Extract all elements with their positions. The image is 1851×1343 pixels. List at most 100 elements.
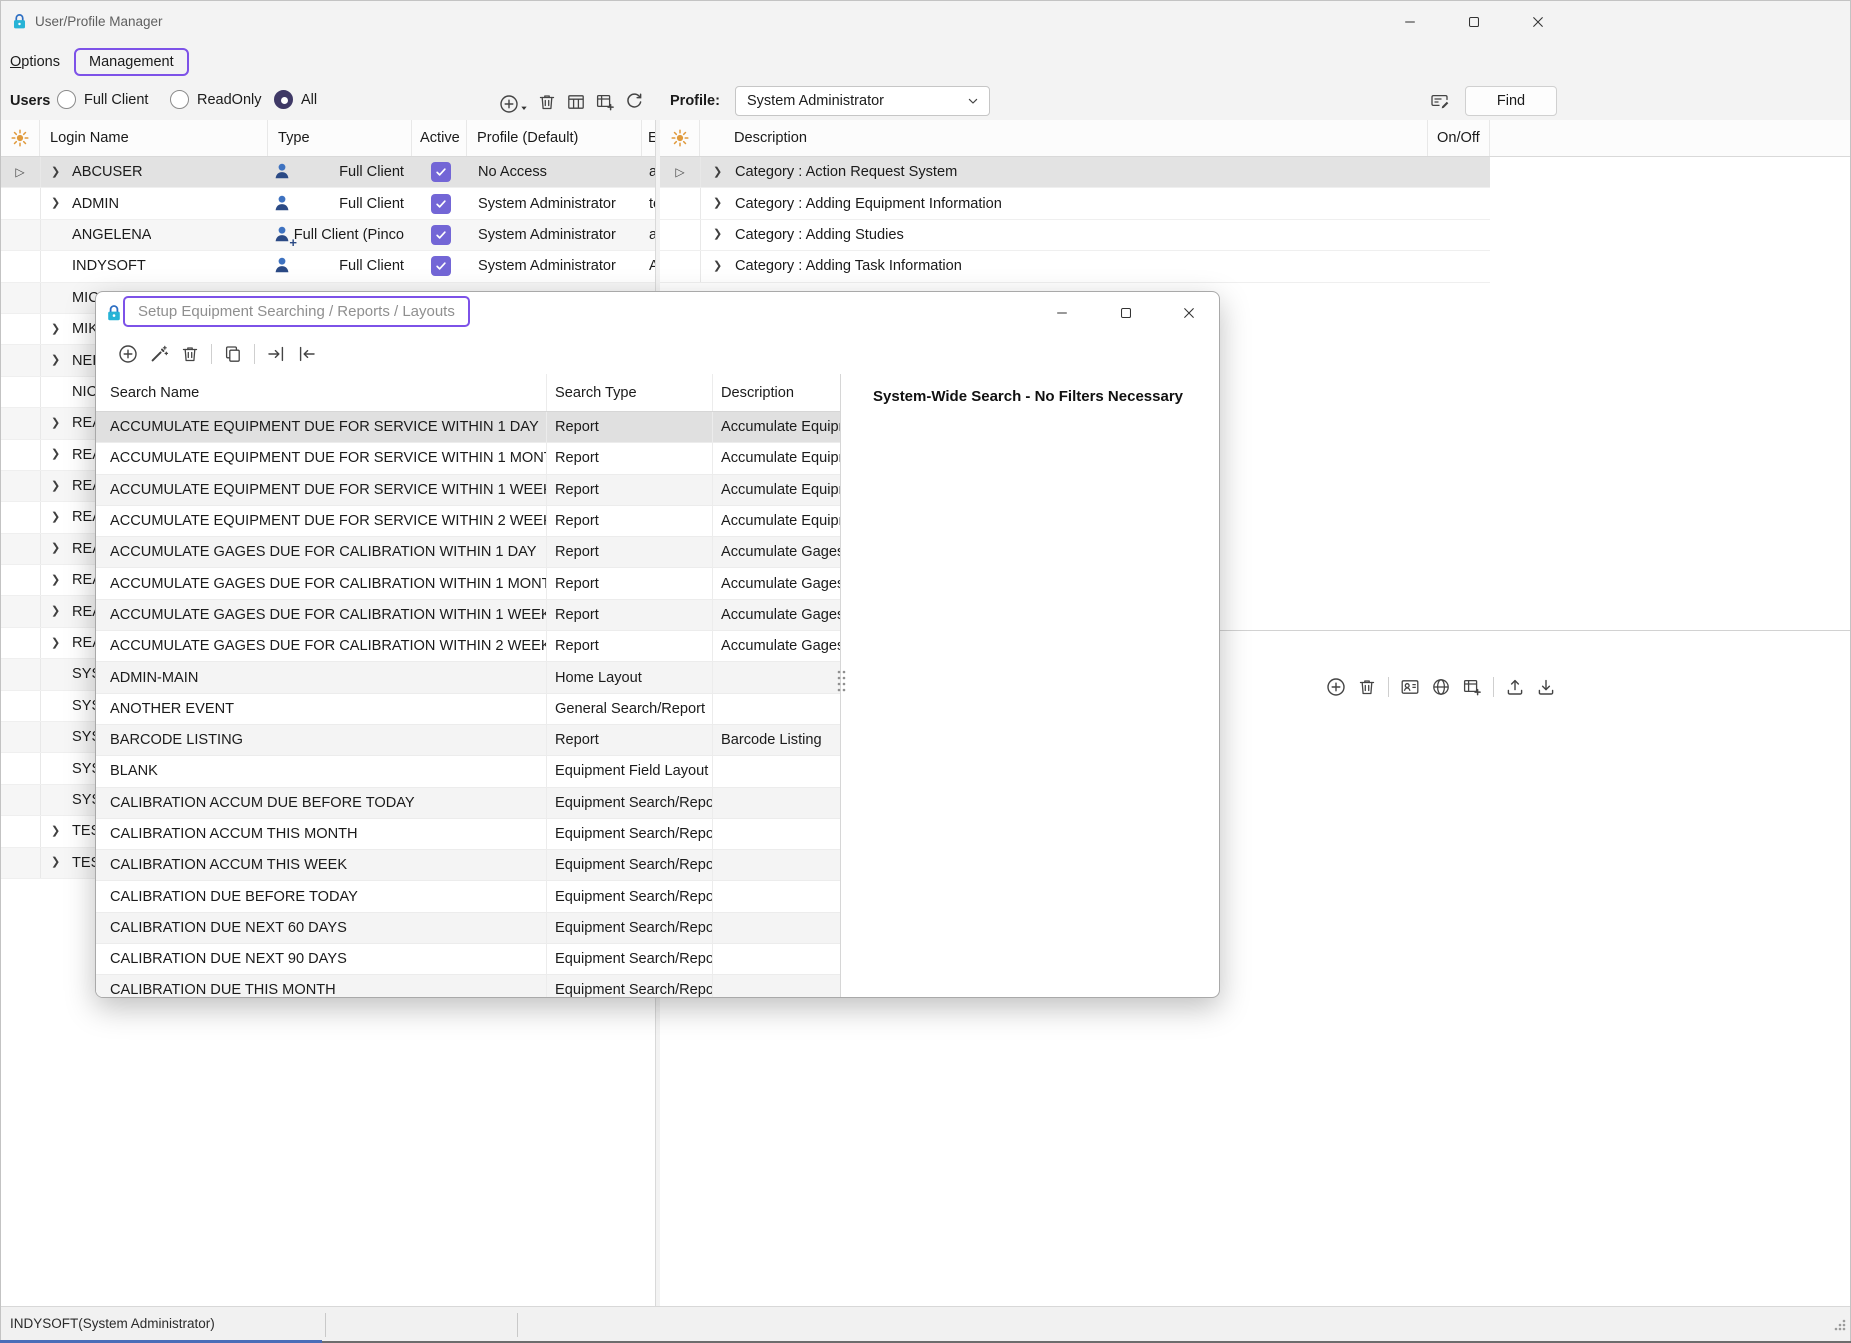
expand-chevron-icon[interactable]: ❯ xyxy=(713,261,725,272)
add-search-button[interactable] xyxy=(118,342,138,366)
dialog-close-button[interactable] xyxy=(1167,294,1211,332)
search-row[interactable]: CALIBRATION DUE NEXT 60 DAYS Equipment S… xyxy=(96,913,840,944)
expand-chevron-icon[interactable]: ❯ xyxy=(713,167,725,178)
column-chooser-button[interactable] xyxy=(566,90,586,114)
expand-chevron-icon[interactable]: ❯ xyxy=(51,857,63,868)
expand-chevron-icon[interactable]: ❯ xyxy=(51,575,63,586)
search-type-cell: Report xyxy=(546,443,712,473)
upload-button[interactable] xyxy=(1505,675,1525,699)
active-checkbox[interactable] xyxy=(431,194,451,214)
search-row[interactable]: ACCUMULATE EQUIPMENT DUE FOR SERVICE WIT… xyxy=(96,412,840,443)
expand-chevron-icon[interactable]: ❯ xyxy=(51,449,63,460)
expand-chevron-icon[interactable]: ❯ xyxy=(51,512,63,523)
active-checkbox[interactable] xyxy=(431,256,451,276)
search-type-cell: Equipment Search/Repo xyxy=(546,975,712,997)
expand-chevron-icon[interactable]: ❯ xyxy=(51,543,63,554)
search-row[interactable]: ACCUMULATE EQUIPMENT DUE FOR SERVICE WIT… xyxy=(96,475,840,506)
search-row[interactable]: ACCUMULATE GAGES DUE FOR CALIBRATION WIT… xyxy=(96,568,840,599)
search-row[interactable]: CALIBRATION ACCUM DUE BEFORE TODAY Equip… xyxy=(96,788,840,819)
refresh-button[interactable] xyxy=(624,90,644,114)
column-header-description[interactable]: Description xyxy=(712,374,840,411)
search-row[interactable]: ACCUMULATE GAGES DUE FOR CALIBRATION WIT… xyxy=(96,600,840,631)
export-layout-button[interactable] xyxy=(297,342,317,366)
search-description-cell: Accumulate Equipm xyxy=(712,475,840,505)
active-checkbox[interactable] xyxy=(431,225,451,245)
expand-chevron-icon[interactable]: ❯ xyxy=(51,418,63,429)
resize-grip[interactable] xyxy=(1833,1318,1847,1337)
search-row[interactable]: CALIBRATION DUE BEFORE TODAY Equipment S… xyxy=(96,881,840,912)
add-button[interactable] xyxy=(1326,675,1346,699)
search-row[interactable]: CALIBRATION ACCUM THIS WEEK Equipment Se… xyxy=(96,850,840,881)
expand-chevron-icon[interactable]: ❯ xyxy=(51,606,63,617)
user-row[interactable]: ❯ ADMIN Full Client System Administrator… xyxy=(0,188,655,219)
search-row[interactable]: CALIBRATION DUE NEXT 90 DAYS Equipment S… xyxy=(96,944,840,975)
permission-category-row[interactable]: ❯ Category : Adding Task Information xyxy=(660,251,1490,282)
search-row[interactable]: BLANK Equipment Field Layout xyxy=(96,756,840,787)
permission-category-row[interactable]: ❯ Category : Adding Studies xyxy=(660,220,1490,251)
columns-icon xyxy=(566,92,586,112)
search-row[interactable]: ACCUMULATE GAGES DUE FOR CALIBRATION WIT… xyxy=(96,631,840,662)
search-row[interactable]: ADMIN-MAIN Home Layout xyxy=(96,662,840,693)
radio-full-client[interactable]: Full Client xyxy=(57,90,148,109)
globe-button[interactable] xyxy=(1431,675,1451,699)
expand-chevron-icon[interactable]: ❯ xyxy=(51,481,63,492)
expand-chevron-icon[interactable]: ❯ xyxy=(713,198,725,209)
close-button[interactable] xyxy=(1516,1,1560,43)
column-header-active[interactable]: Active xyxy=(412,120,467,156)
copy-button[interactable] xyxy=(223,342,243,366)
search-row[interactable]: ACCUMULATE GAGES DUE FOR CALIBRATION WIT… xyxy=(96,537,840,568)
import-layout-button[interactable] xyxy=(266,342,286,366)
column-header-description[interactable]: Description xyxy=(700,120,1428,156)
column-header-search-type[interactable]: Search Type xyxy=(546,374,712,411)
column-header-profile[interactable]: Profile (Default) xyxy=(467,120,642,156)
search-row[interactable]: BARCODE LISTING Report Barcode Listing xyxy=(96,725,840,756)
expand-chevron-icon[interactable]: ❯ xyxy=(51,826,63,837)
delete-search-button[interactable] xyxy=(180,342,200,366)
minimize-button[interactable] xyxy=(1388,1,1432,43)
menu-options[interactable]: Options xyxy=(10,54,60,70)
delete-button[interactable] xyxy=(1357,675,1377,699)
search-row[interactable]: CALIBRATION DUE THIS MONTH Equipment Sea… xyxy=(96,975,840,997)
column-header-search-name[interactable]: Search Name xyxy=(96,374,546,411)
wand-button[interactable] xyxy=(149,342,169,366)
expand-chevron-icon[interactable]: ❯ xyxy=(51,198,63,209)
splitter-grip[interactable] xyxy=(835,668,848,700)
grid-settings-button[interactable] xyxy=(0,120,40,156)
permission-category-row[interactable]: ❯ Category : Adding Equipment Informatio… xyxy=(660,188,1490,219)
user-row[interactable]: ▷ ❯ ABCUSER Full Client No Access ab xyxy=(0,157,655,188)
user-row[interactable]: INDYSOFT Full Client System Administrato… xyxy=(0,251,655,282)
find-button[interactable]: Find xyxy=(1465,86,1557,116)
menu-management[interactable]: Management xyxy=(74,48,189,76)
grid-add-button[interactable] xyxy=(595,90,615,114)
search-row[interactable]: ACCUMULATE EQUIPMENT DUE FOR SERVICE WIT… xyxy=(96,443,840,474)
id-card-button[interactable] xyxy=(1400,675,1420,699)
delete-user-button[interactable] xyxy=(537,90,557,114)
profile-dropdown[interactable]: System Administrator xyxy=(735,86,990,116)
expand-chevron-icon[interactable]: ❯ xyxy=(51,324,63,335)
expand-chevron-icon[interactable]: ❯ xyxy=(713,229,725,240)
permission-category-row[interactable]: ▷ ❯ Category : Action Request System xyxy=(660,157,1490,188)
search-row[interactable]: ANOTHER EVENT General Search/Report xyxy=(96,694,840,725)
search-row[interactable]: CALIBRATION ACCUM THIS MONTH Equipment S… xyxy=(96,819,840,850)
radio-readonly[interactable]: ReadOnly xyxy=(170,90,261,109)
user-row[interactable]: ANGELENA Full Client (Pinco System Admin… xyxy=(0,220,655,251)
grid-settings-button[interactable] xyxy=(660,120,700,156)
column-header-onoff[interactable]: On/Off xyxy=(1428,120,1490,156)
column-header-type[interactable]: Type xyxy=(268,120,412,156)
expand-chevron-icon[interactable]: ❯ xyxy=(51,167,63,178)
dialog-maximize-button[interactable] xyxy=(1104,294,1148,332)
add-user-button[interactable] xyxy=(499,90,528,114)
maximize-button[interactable] xyxy=(1452,1,1496,43)
column-header-login-name[interactable]: Login Name xyxy=(40,120,268,156)
dialog-minimize-button[interactable] xyxy=(1040,294,1084,332)
grid-add-button[interactable] xyxy=(1462,675,1482,699)
search-row[interactable]: ACCUMULATE EQUIPMENT DUE FOR SERVICE WIT… xyxy=(96,506,840,537)
radio-all[interactable]: All xyxy=(274,90,317,109)
expand-chevron-icon[interactable]: ❯ xyxy=(51,638,63,649)
download-button[interactable] xyxy=(1536,675,1556,699)
expand-chevron-icon[interactable]: ❯ xyxy=(51,355,63,366)
radio-dot xyxy=(170,90,189,109)
edit-card-button[interactable] xyxy=(1430,91,1450,111)
active-checkbox[interactable] xyxy=(431,162,451,182)
column-header-email[interactable]: Em xyxy=(642,120,655,156)
